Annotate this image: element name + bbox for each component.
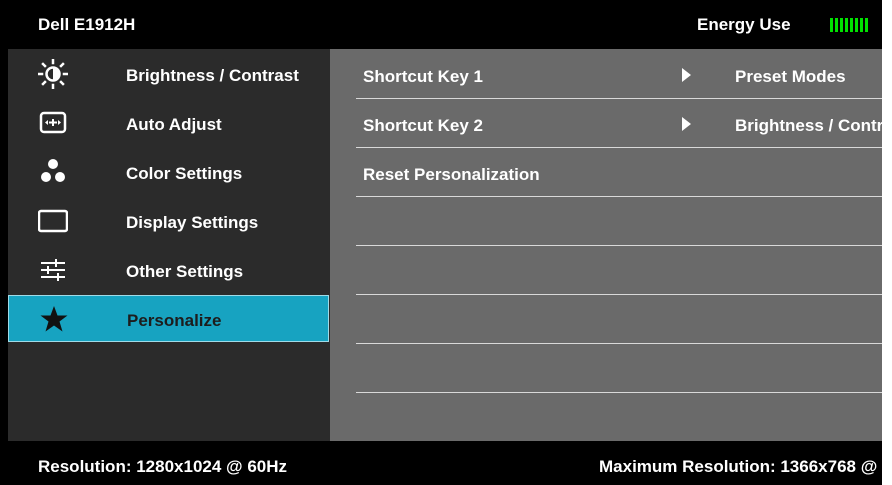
row-label: Shortcut Key 2 <box>363 116 483 135</box>
monitor-osd: Dell E1912H Energy Use Brightness / Cont… <box>0 0 882 485</box>
energy-bar <box>835 18 838 32</box>
submenu-row-shortcut-key-1[interactable]: Shortcut Key 1 Preset Modes <box>356 51 882 99</box>
arrow-right-icon <box>682 68 691 82</box>
current-resolution: Resolution: 1280x1024 @ 60Hz <box>38 457 288 476</box>
row-label: Shortcut Key 1 <box>363 67 483 86</box>
submenu-panel: Shortcut Key 1 Preset Modes Shortcut Key… <box>330 49 882 441</box>
row-label: Reset Personalization <box>363 165 540 184</box>
submenu-row-empty <box>356 345 882 393</box>
energy-bar <box>845 18 848 32</box>
menu-item-label: Other Settings <box>126 262 244 281</box>
menu-item-other-settings[interactable]: Other Settings <box>8 247 330 294</box>
osd-header: Dell E1912H Energy Use <box>0 0 882 49</box>
menu-item-color-settings[interactable]: Color Settings <box>8 149 330 196</box>
auto-adjust-icon <box>38 108 68 138</box>
submenu-row-reset-personalization[interactable]: Reset Personalization <box>356 149 882 197</box>
row-value: Preset Modes <box>735 67 846 86</box>
arrow-right-icon <box>682 117 691 131</box>
menu-item-label: Auto Adjust <box>126 115 222 134</box>
brightness-icon <box>37 58 69 90</box>
main-menu: Brightness / Contrast Auto Adjust Color … <box>8 49 330 441</box>
menu-item-auto-adjust[interactable]: Auto Adjust <box>8 100 330 147</box>
other-settings-icon <box>38 255 68 285</box>
menu-item-label: Personalize <box>127 311 222 330</box>
menu-item-label: Brightness / Contrast <box>126 66 299 85</box>
energy-bar <box>855 18 858 32</box>
energy-use-label: Energy Use <box>697 15 791 34</box>
menu-item-brightness-contrast[interactable]: Brightness / Contrast <box>8 51 330 98</box>
submenu-row-empty <box>356 198 882 246</box>
energy-use-meter <box>830 18 868 32</box>
row-value: Brightness / Contrast <box>735 116 882 135</box>
submenu-row-shortcut-key-2[interactable]: Shortcut Key 2 Brightness / Contrast <box>356 100 882 148</box>
submenu-row-empty <box>356 247 882 295</box>
energy-bar <box>840 18 843 32</box>
menu-item-label: Display Settings <box>126 213 259 232</box>
menu-item-display-settings[interactable]: Display Settings <box>8 198 330 245</box>
page-margin <box>882 0 892 485</box>
menu-item-label: Color Settings <box>126 164 243 183</box>
maximum-resolution: Maximum Resolution: 1366x768 @ 60Hz <box>599 457 882 476</box>
submenu-row-empty <box>356 296 882 344</box>
energy-bar <box>865 18 868 32</box>
energy-bar <box>830 18 833 32</box>
star-icon <box>39 304 69 334</box>
display-settings-icon <box>37 206 69 236</box>
energy-bar <box>860 18 863 32</box>
energy-bar <box>850 18 853 32</box>
menu-item-personalize[interactable]: Personalize <box>8 295 329 342</box>
osd-footer: Resolution: 1280x1024 @ 60Hz Maximum Res… <box>0 441 882 485</box>
color-settings-icon <box>38 157 68 187</box>
monitor-model-title: Dell E1912H <box>38 15 136 34</box>
